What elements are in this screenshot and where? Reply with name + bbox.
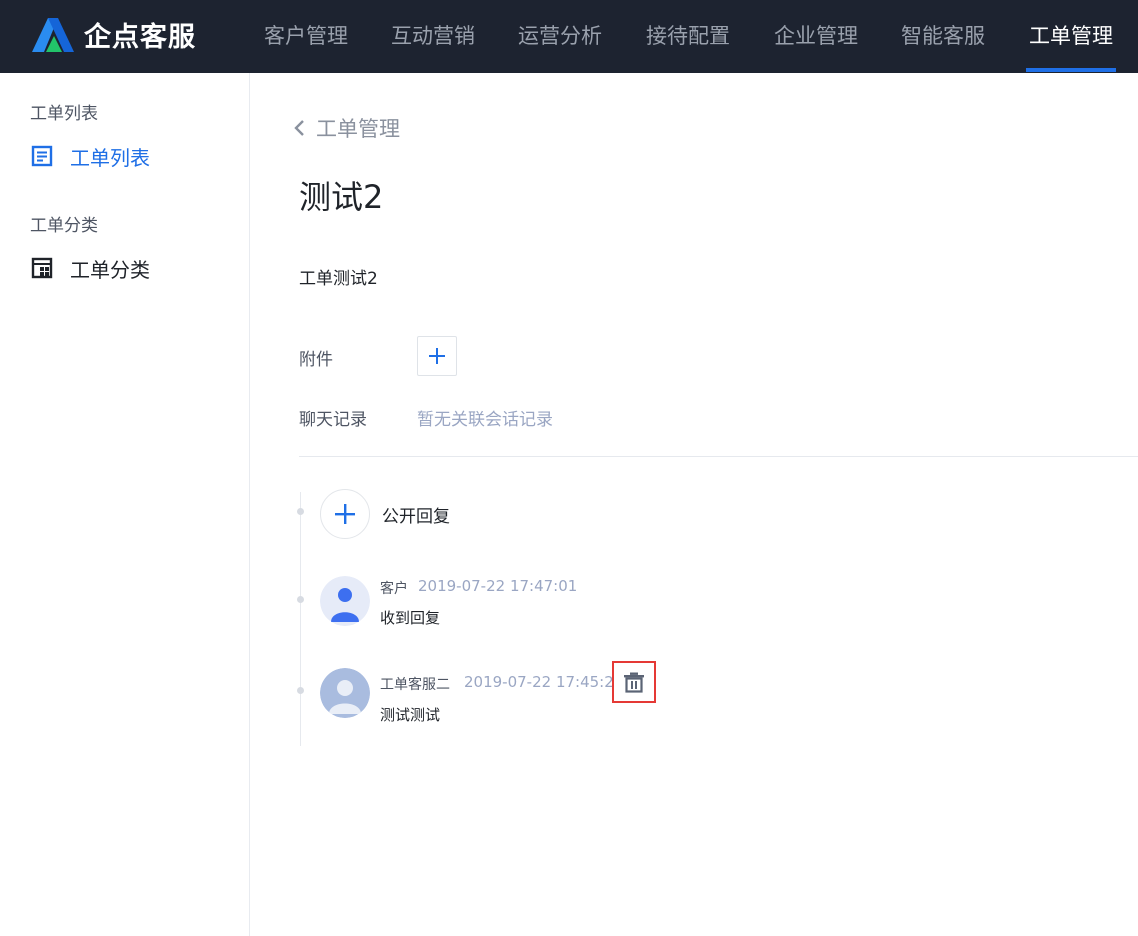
delete-message-button[interactable] <box>612 661 656 703</box>
sidebar-group-ticket-category: 工单分类 <box>30 216 98 236</box>
chat-record-label: 聊天记录 <box>299 410 367 430</box>
message-author: 客户 <box>380 581 408 597</box>
message-text: 测试测试 <box>380 706 441 724</box>
active-nav-indicator <box>1026 68 1116 72</box>
nav-reception-config[interactable]: 接待配置 <box>646 0 730 73</box>
public-reply-button[interactable] <box>320 489 370 539</box>
nav-interactive-marketing[interactable]: 互动营销 <box>391 0 475 73</box>
chevron-left-icon <box>294 120 304 136</box>
top-navbar: 企点客服 客户管理 互动营销 运营分析 接待配置 企业管理 智能客服 工单管理 <box>0 0 1138 73</box>
document-list-icon <box>30 144 54 168</box>
timeline-dot <box>297 687 304 694</box>
nav-customer-management[interactable]: 客户管理 <box>264 0 348 73</box>
brand-name: 企点客服 <box>84 21 196 53</box>
message-time: 2019-07-22 17:45:23 <box>464 673 624 691</box>
sidebar-item-label: 工单列表 <box>70 145 150 170</box>
customer-avatar <box>320 576 370 626</box>
nav-smart-service[interactable]: 智能客服 <box>901 0 985 73</box>
ticket-title: 测试2 <box>299 178 384 216</box>
sidebar: 工单列表 工单列表 工单分类 工单分类 <box>0 73 250 936</box>
message-text: 收到回复 <box>380 609 441 627</box>
back-link[interactable]: 工单管理 <box>292 114 400 142</box>
plus-icon <box>335 504 355 524</box>
agent-avatar <box>320 668 370 718</box>
sidebar-item-ticket-list[interactable]: 工单列表 <box>30 141 150 171</box>
add-attachment-button[interactable] <box>417 336 457 376</box>
public-reply-label[interactable]: 公开回复 <box>382 502 450 527</box>
category-grid-icon <box>30 256 54 280</box>
plus-icon <box>429 348 445 364</box>
message-time: 2019-07-22 17:47:01 <box>418 577 578 595</box>
brand-logo-icon <box>32 18 74 52</box>
sidebar-group-ticket-list: 工单列表 <box>30 104 98 124</box>
message-author: 工单客服二 <box>380 677 450 693</box>
sidebar-item-ticket-category[interactable]: 工单分类 <box>30 253 150 283</box>
attachment-label: 附件 <box>299 350 333 370</box>
nav-enterprise-management[interactable]: 企业管理 <box>774 0 858 73</box>
ticket-description: 工单测试2 <box>299 269 378 289</box>
nav-operations-analysis[interactable]: 运营分析 <box>518 0 602 73</box>
nav-ticket-management[interactable]: 工单管理 <box>1029 0 1113 73</box>
chat-record-empty: 暂无关联会话记录 <box>417 410 553 430</box>
sidebar-item-label: 工单分类 <box>70 257 150 282</box>
brand-logo[interactable]: 企点客服 <box>28 14 196 54</box>
timeline-dot <box>297 508 304 515</box>
trash-icon <box>624 672 644 693</box>
timeline-line <box>300 492 301 746</box>
timeline-dot <box>297 596 304 603</box>
section-divider <box>299 456 1138 457</box>
back-link-label: 工单管理 <box>316 117 400 141</box>
